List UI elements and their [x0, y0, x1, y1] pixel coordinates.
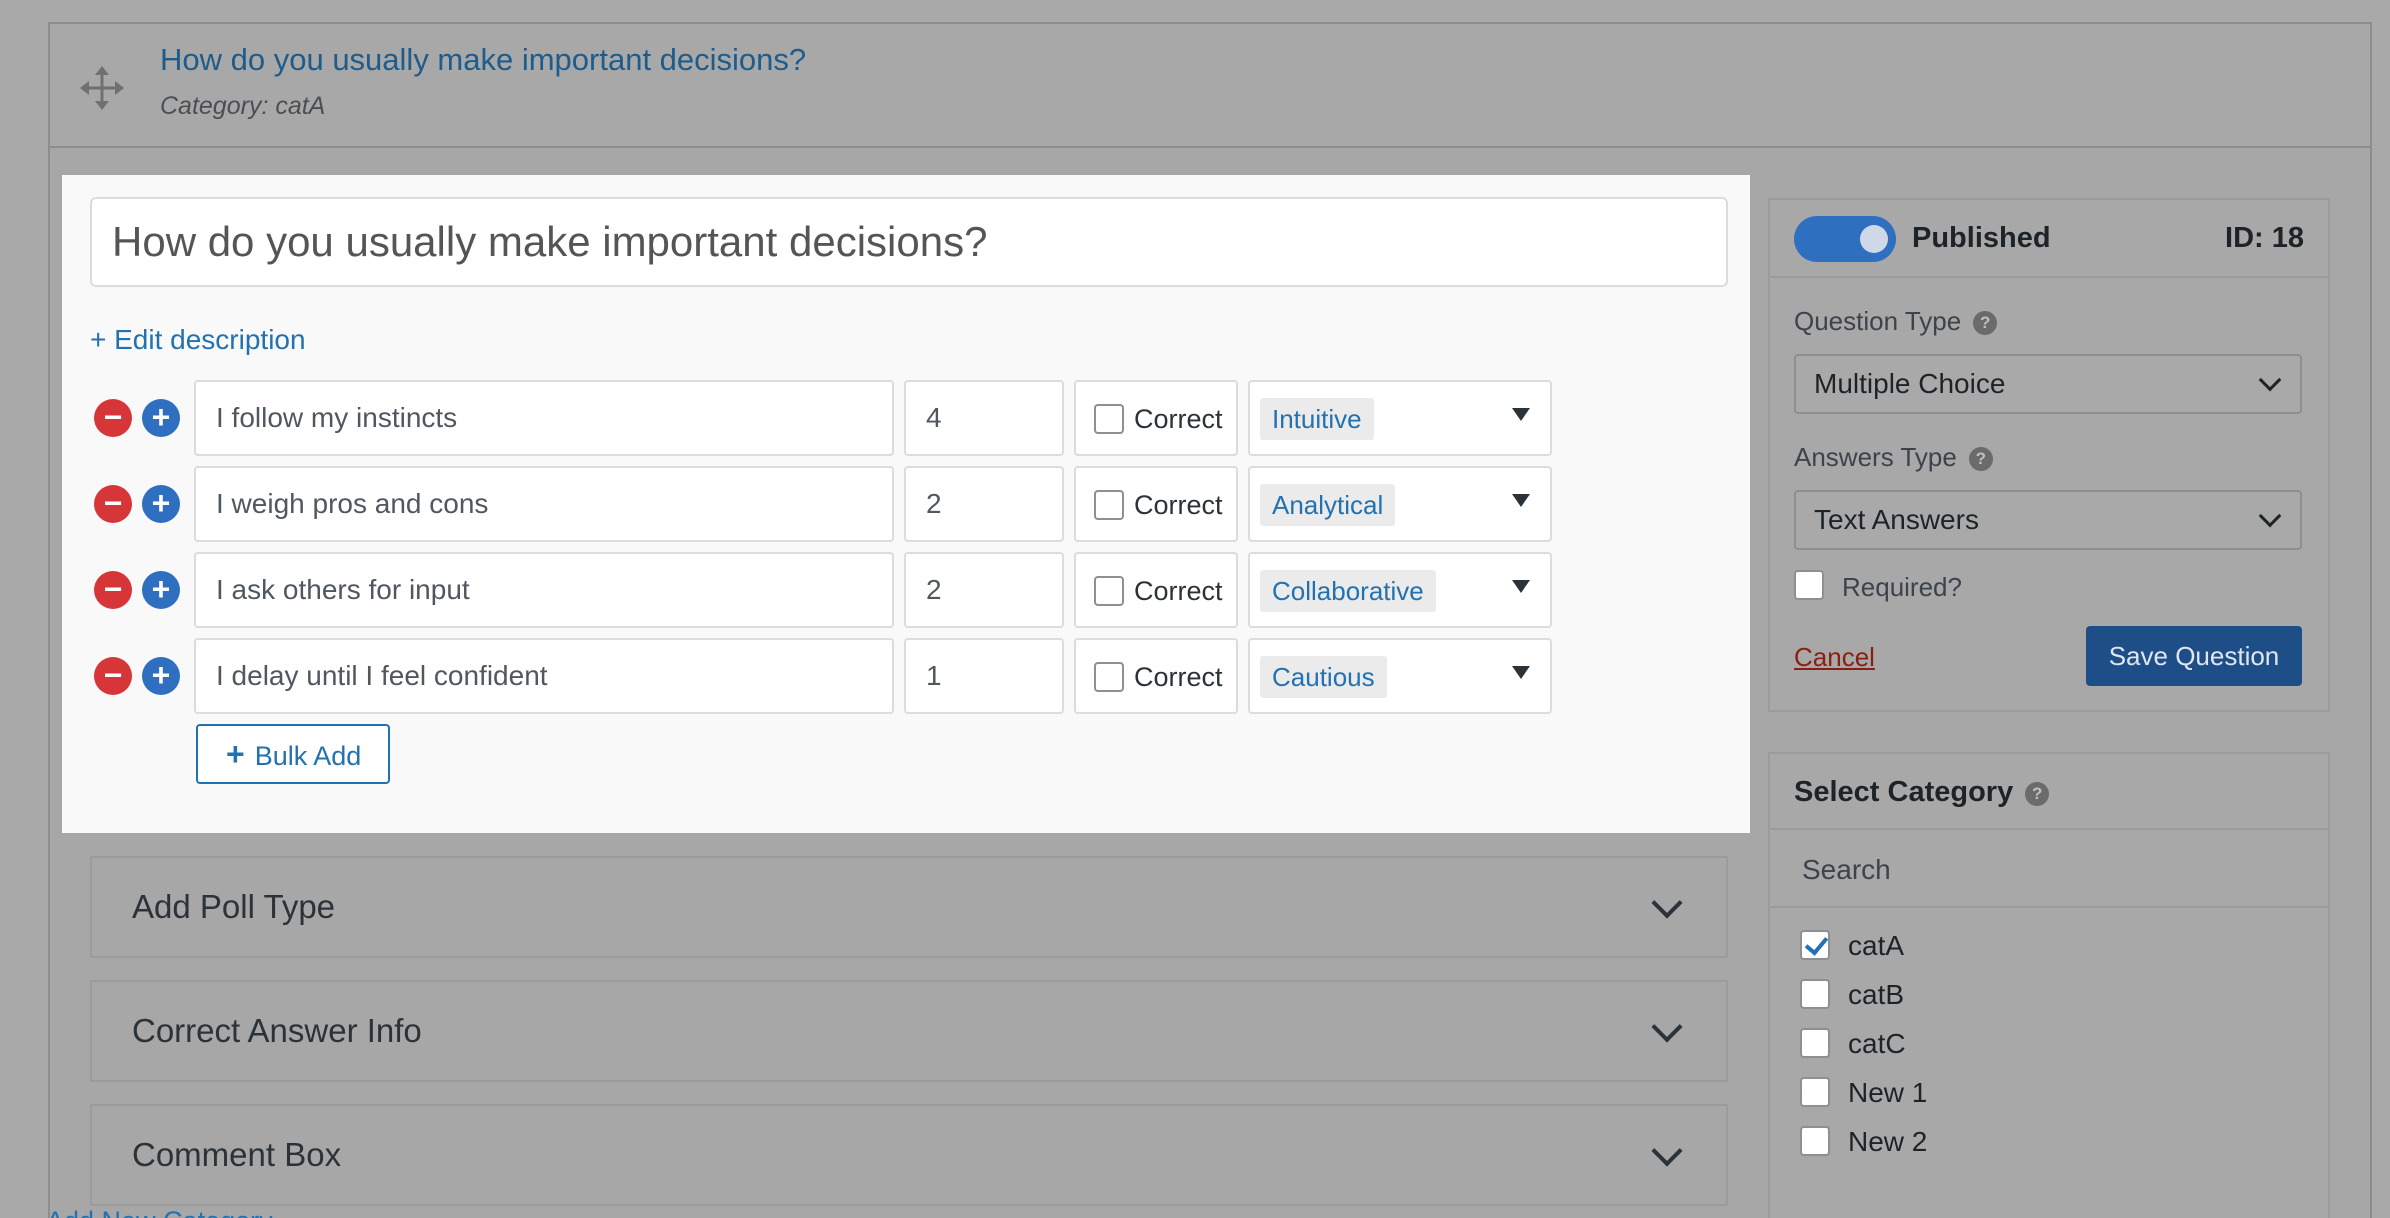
move-icon[interactable] — [80, 66, 124, 110]
accordion-label: Correct Answer Info — [132, 1012, 422, 1049]
answer-points-input[interactable]: 1 — [904, 638, 1064, 714]
edit-description-link[interactable]: + Edit description — [90, 324, 306, 356]
answer-points-input[interactable]: 4 — [904, 380, 1064, 456]
remove-answer-button[interactable]: − — [94, 399, 132, 437]
answer-text-input[interactable]: I delay until I feel confident — [194, 638, 894, 714]
toggle-knob — [1860, 225, 1888, 253]
category-checkbox[interactable] — [1800, 1077, 1830, 1107]
category-label: catB — [1848, 979, 1905, 1010]
chevron-down-icon — [1651, 1135, 1683, 1167]
required-label: Required? — [1842, 572, 1962, 602]
required-checkbox[interactable] — [1794, 570, 1824, 600]
answer-row: − + I delay until I feel confident 1 Cor… — [90, 638, 1552, 714]
remove-answer-button[interactable]: − — [94, 571, 132, 609]
category-panel: Select Category? Search catA catB catC N… — [1768, 752, 2330, 1218]
answer-type-select[interactable]: Intuitive — [1248, 380, 1552, 456]
add-answer-button[interactable]: + — [142, 485, 180, 523]
dropdown-caret-icon — [1512, 666, 1530, 679]
category-checkbox[interactable] — [1800, 1028, 1830, 1058]
answer-type-tag: Collaborative — [1260, 570, 1436, 612]
answer-type-tag: Intuitive — [1260, 398, 1374, 440]
add-answer-button[interactable]: + — [142, 571, 180, 609]
question-type-label: Question Type? — [1794, 306, 1998, 337]
answer-text-input[interactable]: I ask others for input — [194, 552, 894, 628]
dropdown-caret-icon — [1512, 494, 1530, 507]
add-answer-button[interactable]: + — [142, 657, 180, 695]
correct-checkbox[interactable] — [1094, 662, 1124, 692]
question-header[interactable] — [48, 22, 2372, 148]
correct-checkbox[interactable] — [1094, 404, 1124, 434]
chevron-down-icon — [2258, 368, 2282, 392]
answer-type-tag: Analytical — [1260, 484, 1396, 526]
answer-row: − + I ask others for input 2 Correct Col… — [90, 552, 1552, 628]
help-icon[interactable]: ? — [2025, 782, 2050, 806]
answer-correct-field: Correct — [1074, 638, 1238, 714]
cancel-link[interactable]: Cancel — [1794, 642, 1875, 673]
category-label: New 2 — [1848, 1126, 1928, 1157]
bulk-add-button[interactable]: + Bulk Add — [196, 724, 390, 784]
category-panel-title: Select Category? — [1794, 776, 2050, 809]
chevron-down-icon — [1651, 887, 1683, 919]
correct-label: Correct — [1134, 490, 1223, 520]
correct-label: Correct — [1134, 404, 1223, 434]
remove-answer-button[interactable]: − — [94, 485, 132, 523]
correct-checkbox[interactable] — [1094, 576, 1124, 606]
answer-row: − + I follow my instincts 4 Correct Intu… — [90, 380, 1552, 456]
category-search[interactable]: Search — [1770, 830, 2328, 908]
plus-icon: + — [226, 736, 245, 772]
answer-points-input[interactable]: 2 — [904, 552, 1064, 628]
answer-type-tag: Cautious — [1260, 656, 1387, 698]
question-type-select[interactable]: Multiple Choice — [1794, 354, 2302, 414]
accordion-label: Add Poll Type — [132, 888, 336, 925]
answer-text-input[interactable]: I follow my instincts — [194, 380, 894, 456]
accordion-poll-type[interactable]: Add Poll Type — [90, 856, 1728, 958]
answer-correct-field: Correct — [1074, 380, 1238, 456]
published-label: Published — [1912, 222, 2051, 254]
accordion-label: Comment Box — [132, 1136, 342, 1173]
correct-checkbox[interactable] — [1094, 490, 1124, 520]
help-icon[interactable]: ? — [1973, 311, 1998, 335]
category-label: catA — [1848, 930, 1905, 961]
category-checkbox[interactable] — [1800, 1126, 1830, 1156]
save-question-button[interactable]: Save Question — [2086, 626, 2302, 686]
category-checkbox[interactable] — [1800, 979, 1830, 1009]
publish-panel: Published ID: 18 Question Type? Multiple… — [1768, 198, 2330, 712]
correct-label: Correct — [1134, 662, 1223, 692]
publish-panel-header: Published ID: 18 — [1770, 200, 2328, 278]
category-label: New 1 — [1848, 1077, 1928, 1108]
question-header-category: Category: catA — [160, 92, 326, 120]
answer-text-input[interactable]: I weigh pros and cons — [194, 466, 894, 542]
correct-label: Correct — [1134, 576, 1223, 606]
answer-type-select[interactable]: Collaborative — [1248, 552, 1552, 628]
add-answer-button[interactable]: + — [142, 399, 180, 437]
answer-type-select[interactable]: Analytical — [1248, 466, 1552, 542]
answer-points-input[interactable]: 2 — [904, 466, 1064, 542]
answer-type-select[interactable]: Cautious — [1248, 638, 1552, 714]
dropdown-caret-icon — [1512, 408, 1530, 421]
answers-type-label: Answers Type? — [1794, 442, 1993, 473]
question-title-input[interactable]: How do you usually make important decisi… — [90, 197, 1728, 287]
category-checkbox[interactable] — [1800, 930, 1830, 960]
accordion-correct-answer-info[interactable]: Correct Answer Info — [90, 980, 1728, 1082]
answer-row: − + I weigh pros and cons 2 Correct Anal… — [90, 466, 1552, 542]
chevron-down-icon — [2258, 504, 2282, 528]
bulk-add-label: Bulk Add — [254, 741, 362, 771]
answer-correct-field: Correct — [1074, 466, 1238, 542]
answer-correct-field: Correct — [1074, 552, 1238, 628]
category-label: catC — [1848, 1028, 1906, 1059]
help-icon[interactable]: ? — [1968, 447, 1993, 471]
answers-type-value: Text Answers — [1814, 504, 1979, 535]
category-panel-header: Select Category? — [1770, 754, 2328, 830]
chevron-down-icon — [1651, 1011, 1683, 1043]
dropdown-caret-icon — [1512, 580, 1530, 593]
published-toggle[interactable] — [1794, 216, 1896, 262]
question-header-title[interactable]: How do you usually make important decisi… — [160, 42, 806, 78]
question-type-value: Multiple Choice — [1814, 368, 2006, 399]
question-id: ID: 18 — [2225, 222, 2304, 254]
answers-type-select[interactable]: Text Answers — [1794, 490, 2302, 550]
category-search-label: Search — [1802, 854, 1891, 885]
add-new-category-link[interactable]: Add New Category — [46, 1206, 273, 1218]
remove-answer-button[interactable]: − — [94, 657, 132, 695]
accordion-comment-box[interactable]: Comment Box — [90, 1104, 1728, 1206]
